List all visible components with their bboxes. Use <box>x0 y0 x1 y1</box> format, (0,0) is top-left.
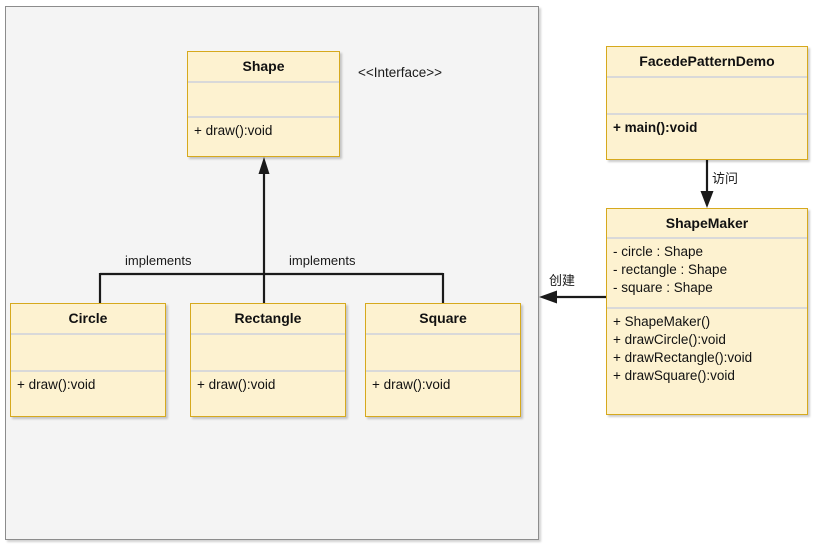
class-box-circle[interactable]: Circle + draw():void <box>10 303 166 417</box>
class-operations-shapemaker: + ShapeMaker() + drawCircle():void + dra… <box>607 309 807 414</box>
operation-item: + draw():void <box>372 377 451 392</box>
operation-item: + drawSquare():void <box>613 368 735 383</box>
class-box-rectangle[interactable]: Rectangle + draw():void <box>190 303 346 417</box>
class-name-square: Square <box>366 304 520 335</box>
class-operations-circle: + draw():void <box>11 372 165 416</box>
class-box-square[interactable]: Square + draw():void <box>365 303 521 417</box>
class-box-shapemaker[interactable]: ShapeMaker - circle : Shape - rectangle … <box>606 208 808 415</box>
edge-label-implements-right: implements <box>289 253 356 268</box>
attribute-item: - rectangle : Shape <box>613 262 728 277</box>
create-edge <box>539 290 606 304</box>
operation-item: + drawCircle():void <box>613 332 726 347</box>
operation-item: + draw():void <box>197 377 276 392</box>
class-name-facedepatterndemo: FacedePatternDemo <box>607 47 807 78</box>
attribute-item: - circle : Shape <box>613 244 704 259</box>
class-attributes-square <box>366 335 520 372</box>
class-operations-rectangle: + draw():void <box>191 372 345 416</box>
diagram-canvas: Shape + draw():void <<Interface>> Circle… <box>0 0 820 546</box>
class-attributes-rectangle <box>191 335 345 372</box>
stereotype-label-interface: <<Interface>> <box>358 65 443 80</box>
class-name-circle: Circle <box>11 304 165 335</box>
attribute-item: - square : Shape <box>613 280 713 295</box>
class-box-shape[interactable]: Shape + draw():void <box>187 51 340 157</box>
operation-item: + drawRectangle():void <box>613 350 753 365</box>
class-box-facedepatterndemo[interactable]: FacedePatternDemo + main():void <box>606 46 808 160</box>
class-name-shape: Shape <box>188 52 339 83</box>
operation-item: + draw():void <box>194 123 273 138</box>
operation-item: + ShapeMaker() <box>613 314 711 329</box>
edge-label-create: 创建 <box>549 273 576 288</box>
operation-item: + draw():void <box>17 377 96 392</box>
class-attributes-shapemaker: - circle : Shape - rectangle : Shape - s… <box>607 239 807 309</box>
class-name-shapemaker: ShapeMaker <box>607 209 807 239</box>
class-attributes-shape <box>188 83 339 118</box>
class-operations-shape: + draw():void <box>188 118 339 156</box>
edge-label-visit: 访问 <box>712 171 739 186</box>
class-name-rectangle: Rectangle <box>191 304 345 335</box>
operation-item: + main():void <box>613 120 698 135</box>
class-attributes-circle <box>11 335 165 372</box>
class-operations-facedepatterndemo: + main():void <box>607 115 807 159</box>
edge-label-implements-left: implements <box>125 253 192 268</box>
class-attributes-facedepatterndemo <box>607 78 807 115</box>
class-operations-square: + draw():void <box>366 372 520 416</box>
